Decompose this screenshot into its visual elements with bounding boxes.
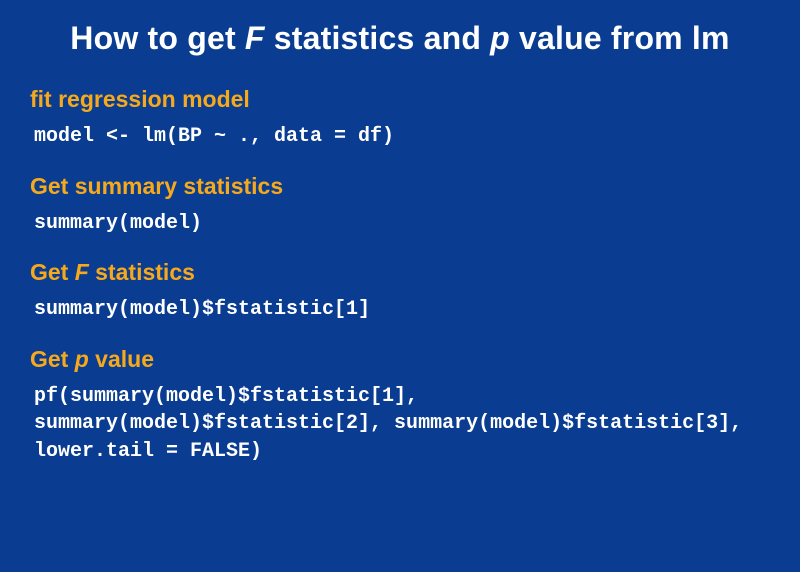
heading-fit-model: fit regression model bbox=[30, 86, 770, 113]
title-text-pre: How to get bbox=[70, 20, 245, 56]
heading-f-italic: F bbox=[75, 259, 89, 285]
section-fit-model: fit regression model model <- lm(BP ~ .,… bbox=[30, 86, 770, 151]
heading-f-pre: Get bbox=[30, 259, 75, 285]
code-f-statistics: summary(model)$fstatistic[1] bbox=[30, 296, 770, 324]
code-p-value: pf(summary(model)$fstatistic[1], summary… bbox=[30, 383, 770, 466]
title-f-italic: F bbox=[245, 20, 265, 56]
heading-f-statistics: Get F statistics bbox=[30, 259, 770, 286]
code-summary-stats: summary(model) bbox=[30, 210, 770, 238]
heading-p-italic: p bbox=[75, 346, 89, 372]
section-p-value: Get p value pf(summary(model)$fstatistic… bbox=[30, 346, 770, 466]
slide-container: How to get F statistics and p value from… bbox=[0, 0, 800, 486]
section-summary-stats: Get summary statistics summary(model) bbox=[30, 173, 770, 238]
title-text-mid: statistics and bbox=[265, 20, 491, 56]
section-f-statistics: Get F statistics summary(model)$fstatist… bbox=[30, 259, 770, 324]
title-p-italic: p bbox=[490, 20, 510, 56]
heading-p-value: Get p value bbox=[30, 346, 770, 373]
page-title: How to get F statistics and p value from… bbox=[30, 18, 770, 58]
heading-p-pre: Get bbox=[30, 346, 75, 372]
heading-p-post: value bbox=[89, 346, 154, 372]
heading-f-post: statistics bbox=[89, 259, 195, 285]
heading-summary-stats: Get summary statistics bbox=[30, 173, 770, 200]
title-text-post: value from lm bbox=[510, 20, 730, 56]
code-fit-model: model <- lm(BP ~ ., data = df) bbox=[30, 123, 770, 151]
